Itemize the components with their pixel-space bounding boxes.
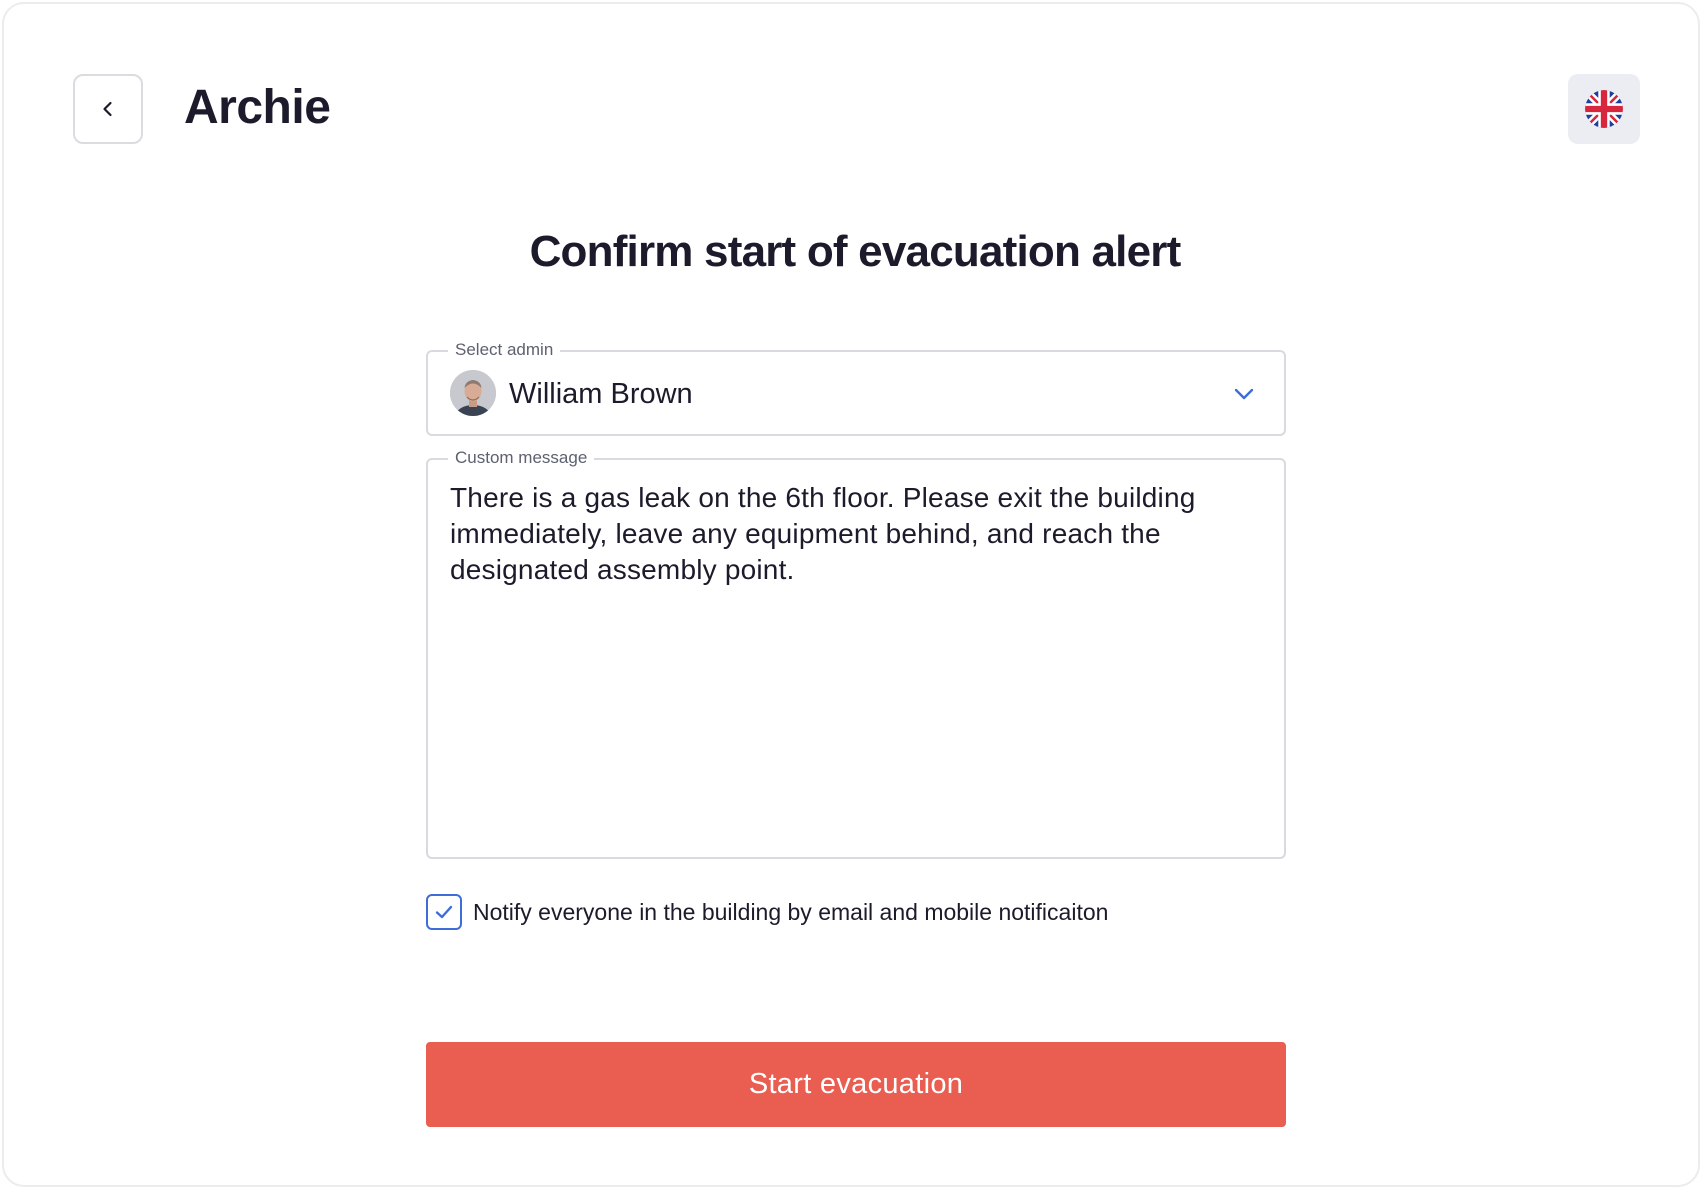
app-title: Archie [184,81,331,134]
custom-message-field[interactable]: Custom message There is a gas leak on th… [426,447,1286,859]
admin-select[interactable]: Select admin William Brown [426,339,1286,436]
custom-message-label: Custom message [448,447,595,469]
notify-label[interactable]: Notify everyone in the building by email… [473,897,1108,927]
page-heading: Confirm start of evacuation alert [529,227,1182,276]
admin-select-value: William Brown [509,378,693,410]
back-button[interactable] [73,74,143,144]
chevron-down-icon [1234,388,1254,400]
uk-flag-icon [1585,90,1623,128]
language-button[interactable] [1568,74,1640,144]
notify-checkbox[interactable] [426,894,462,930]
notify-option: Notify everyone in the building by email… [426,894,1108,930]
start-evacuation-button[interactable]: Start evacuation [426,1042,1286,1127]
checkmark-icon [435,905,453,919]
admin-avatar [450,370,496,416]
custom-message-text[interactable]: There is a gas leak on the 6th floor. Pl… [450,480,1270,588]
chevron-left-icon [103,101,112,117]
app-frame: Archie Confirm start of evacuation alert… [2,2,1700,1187]
admin-select-label: Select admin [448,339,561,361]
